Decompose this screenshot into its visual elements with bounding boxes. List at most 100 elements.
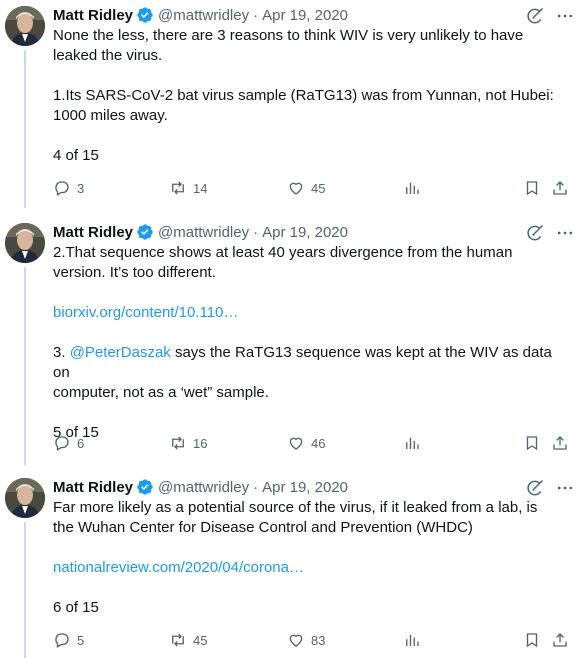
- grok-icon[interactable]: [525, 6, 545, 26]
- retweet-button[interactable]: 16: [169, 433, 207, 453]
- views-button[interactable]: [403, 178, 421, 198]
- heart-icon: [289, 437, 303, 450]
- tweet[interactable]: Matt Ridley @mattwridley · Apr 19, 2020 …: [0, 4, 576, 208]
- text-line: 2.That sequence shows at least 40 years …: [53, 244, 513, 261]
- analytics-icon: [406, 437, 419, 449]
- share-icon: [553, 181, 567, 195]
- bookmark-button[interactable]: [523, 630, 541, 650]
- retweet-count: 45: [193, 632, 208, 648]
- more-options-icon[interactable]: [555, 223, 575, 243]
- avatar[interactable]: [5, 6, 45, 46]
- text-line: computer, not as a ‘wet” sample.: [53, 384, 269, 401]
- verified-badge-icon: [137, 224, 153, 240]
- text-line: the Wuhan Center for Disease Control and…: [53, 519, 473, 536]
- reply-count: 5: [77, 632, 85, 648]
- share-button[interactable]: [551, 178, 569, 198]
- reply-icon: [55, 436, 69, 451]
- text-line: None the less, there are 3 reasons to th…: [53, 27, 524, 44]
- mention-link[interactable]: @PeterDaszak: [70, 344, 171, 361]
- tweet-header: Matt Ridley @mattwridley · Apr 19, 2020: [53, 476, 348, 498]
- tweet-actions: 3 14 45: [53, 178, 573, 198]
- tweet-header: Matt Ridley @mattwridley · Apr 19, 2020: [53, 221, 348, 243]
- heart-icon: [289, 634, 303, 647]
- share-button[interactable]: [551, 433, 569, 453]
- bookmark-icon: [526, 181, 538, 196]
- list-number: 3.: [53, 344, 70, 361]
- like-button[interactable]: 83: [287, 630, 325, 650]
- tweet[interactable]: Matt Ridley @mattwridley · Apr 19, 2020 …: [0, 221, 576, 465]
- thread-count: 4 of 15: [53, 147, 99, 164]
- tweet-date[interactable]: Apr 19, 2020: [262, 7, 348, 24]
- author-name[interactable]: Matt Ridley: [53, 7, 133, 24]
- bookmark-button[interactable]: [523, 178, 541, 198]
- like-count: 83: [311, 632, 326, 648]
- retweet-button[interactable]: 45: [169, 630, 207, 650]
- like-count: 45: [311, 180, 326, 196]
- verified-badge-icon: [137, 479, 153, 495]
- like-button[interactable]: 45: [287, 178, 325, 198]
- bookmark-icon: [526, 633, 538, 648]
- bookmark-icon: [526, 436, 538, 451]
- tweet-text: 2.That sequence shows at least 40 years …: [53, 243, 568, 443]
- avatar[interactable]: [5, 223, 45, 263]
- like-button[interactable]: 46: [287, 433, 325, 453]
- separator: ·: [253, 478, 259, 496]
- verified-badge-icon: [137, 7, 153, 23]
- text-line: version. It’s too different.: [53, 264, 216, 281]
- grok-icon[interactable]: [525, 223, 545, 243]
- author-handle[interactable]: @mattwridley: [158, 224, 249, 241]
- separator: ·: [253, 6, 259, 24]
- tweet-header: Matt Ridley @mattwridley · Apr 19, 2020: [53, 4, 348, 26]
- thread-connector: [24, 522, 26, 658]
- text-line: leaked the virus.: [53, 47, 163, 64]
- reply-count: 6: [77, 435, 85, 451]
- more-options-icon[interactable]: [555, 478, 575, 498]
- tweet-actions: 5 45 83: [53, 630, 573, 650]
- tweet-date[interactable]: Apr 19, 2020: [262, 224, 348, 241]
- retweet-count: 16: [193, 435, 208, 451]
- thread-count: 6 of 15: [53, 599, 99, 616]
- views-button[interactable]: [403, 630, 421, 650]
- heart-icon: [289, 182, 303, 195]
- author-handle[interactable]: @mattwridley: [158, 7, 249, 24]
- thread-connector: [24, 50, 26, 208]
- author-name[interactable]: Matt Ridley: [53, 224, 133, 241]
- tweet-text: None the less, there are 3 reasons to th…: [53, 26, 568, 166]
- text-line: 1000 miles away.: [53, 107, 168, 124]
- views-button[interactable]: [403, 433, 421, 453]
- retweet-button[interactable]: 14: [169, 178, 207, 198]
- retweet-icon: [172, 436, 184, 450]
- tweet-date[interactable]: Apr 19, 2020: [262, 479, 348, 496]
- reply-button[interactable]: 6: [53, 433, 84, 453]
- reply-icon: [55, 181, 69, 196]
- reply-icon: [55, 633, 69, 648]
- retweet-icon: [172, 633, 184, 647]
- retweet-count: 14: [193, 180, 208, 196]
- grok-icon[interactable]: [525, 478, 545, 498]
- share-icon: [553, 633, 567, 647]
- reply-button[interactable]: 5: [53, 630, 84, 650]
- tweet[interactable]: Matt Ridley @mattwridley · Apr 19, 2020 …: [0, 476, 576, 658]
- bookmark-button[interactable]: [523, 433, 541, 453]
- share-icon: [553, 436, 567, 450]
- text-line: Far more likely as a potential source of…: [53, 499, 538, 516]
- avatar[interactable]: [5, 478, 45, 518]
- analytics-icon: [406, 634, 419, 646]
- text-line: 1.Its SARS-CoV-2 bat virus sample (RaTG1…: [53, 87, 554, 104]
- analytics-icon: [406, 182, 419, 194]
- reply-button[interactable]: 3: [53, 178, 84, 198]
- more-options-icon[interactable]: [555, 6, 575, 26]
- like-count: 46: [311, 435, 326, 451]
- reply-count: 3: [77, 180, 85, 196]
- tweet-actions: 6 16 46: [53, 433, 573, 453]
- article-link[interactable]: nationalreview.com/2020/04/corona…: [53, 559, 304, 576]
- separator: ·: [253, 223, 259, 241]
- share-button[interactable]: [551, 630, 569, 650]
- author-handle[interactable]: @mattwridley: [158, 479, 249, 496]
- tweet-text: Far more likely as a potential source of…: [53, 498, 568, 618]
- author-name[interactable]: Matt Ridley: [53, 479, 133, 496]
- thread-connector: [24, 267, 26, 465]
- text-line: 3. @PeterDaszak says the RaTG13 sequence…: [53, 343, 568, 383]
- article-link[interactable]: biorxiv.org/content/10.110…: [53, 304, 238, 321]
- retweet-icon: [172, 181, 184, 195]
